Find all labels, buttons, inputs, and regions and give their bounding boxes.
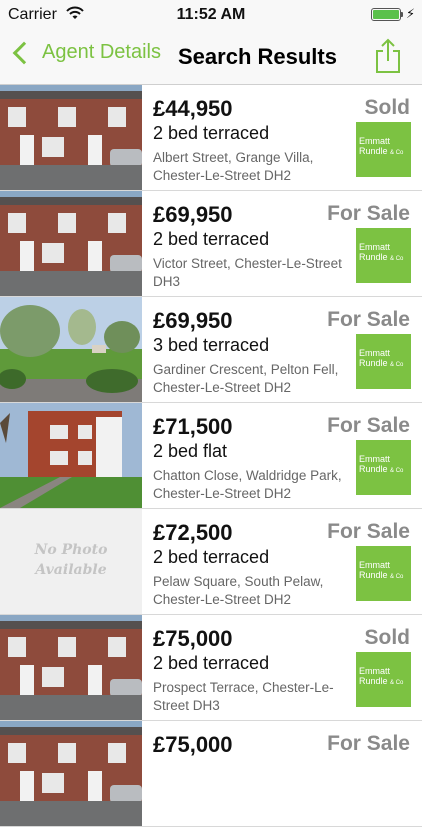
listing-address: Chatton Close, Waldridge Park, Chester-L… (153, 468, 342, 501)
agent-logo-suffix: & Co (390, 362, 404, 368)
status-bar: Carrier 11:52 AM ⚡ (0, 0, 422, 30)
listing-address: Pelaw Square, South Pelaw, Chester-Le-St… (153, 574, 324, 607)
listing-price: £44,950 (153, 96, 233, 121)
agent-logo-suffix: & Co (390, 680, 404, 686)
page-title: Search Results (178, 44, 337, 69)
back-button-label: Agent Details (42, 41, 161, 63)
terraced-house-photo (0, 191, 142, 296)
listing-photo (0, 85, 142, 190)
listing-status: For Sale (327, 308, 410, 331)
chevron-left-icon (12, 41, 36, 64)
listing-price: £69,950 (153, 308, 233, 333)
agent-logo: Emmatt Rundle & Co (356, 546, 411, 601)
listing-address: Prospect Terrace, Chester-Le-Street DH3 (153, 680, 334, 713)
listing-status: For Sale (327, 732, 410, 755)
clock: 11:52 AM (176, 6, 246, 23)
agent-logo: Emmatt Rundle & Co (356, 122, 411, 177)
battery-cap (401, 12, 403, 17)
listing-beds: 2 bed flat (153, 441, 228, 461)
agent-logo-text: Rundle (359, 146, 388, 156)
listing-status: For Sale (327, 202, 410, 225)
listing-row[interactable]: £69,950 3 bed terraced Gardiner Crescent, … (0, 297, 422, 403)
brick-flats-photo (0, 403, 142, 508)
listing-row[interactable]: £69,950 2 bed terraced Victor Street, Ches… (0, 191, 422, 297)
listing-beds: 3 bed terraced (153, 335, 270, 355)
listing-row[interactable]: £44,950 2 bed terraced Albert Street, Gran… (0, 85, 422, 191)
agent-logo-text: Emmatt (359, 454, 391, 464)
trees-lawn-photo (0, 297, 142, 402)
listing-status: For Sale (327, 414, 410, 437)
listing-photo (0, 403, 142, 508)
listing-photo (0, 191, 142, 296)
agent-logo-text: Emmatt (359, 136, 391, 146)
agent-logo-text: Emmatt (359, 560, 391, 570)
listing-beds: 2 bed terraced (153, 547, 270, 567)
search-results-list: £44,950 2 bed terraced Albert Street, Gran… (0, 85, 422, 827)
back-button[interactable]: Agent Details (10, 41, 161, 64)
no-photo-text: No Photo (34, 542, 108, 558)
listing-row[interactable]: £71,500 2 bed flat Chatton Close, Waldridg… (0, 403, 422, 509)
terraced-house-photo (0, 85, 142, 190)
agent-logo-text: Rundle (359, 358, 388, 368)
listing-row[interactable]: £75,000 For Sale (0, 721, 422, 827)
listing-price: £72,500 (153, 520, 233, 545)
listing-address: Albert Street, Grange Villa, Chester-Le-… (153, 150, 314, 183)
terraced-house-photo (0, 721, 142, 826)
agent-logo: Emmatt Rundle & Co (356, 334, 411, 389)
navigation-bar: Agent Details Search Results (0, 30, 422, 85)
listing-status: Sold (364, 626, 411, 649)
listing-photo (0, 615, 142, 720)
agent-logo-suffix: & Co (390, 256, 404, 262)
agent-logo: Emmatt Rundle & Co (356, 228, 411, 283)
agent-logo-text: Rundle (359, 570, 388, 580)
agent-logo: Emmatt Rundle & Co (356, 652, 411, 707)
listing-beds: 2 bed terraced (153, 229, 270, 249)
agent-logo-suffix: & Co (390, 574, 404, 580)
agent-logo-text: Rundle (359, 676, 388, 686)
battery-icon (371, 8, 401, 21)
listing-price: £69,950 (153, 202, 233, 227)
agent-logo-text: Emmatt (359, 666, 391, 676)
agent-logo-text: Rundle (359, 464, 388, 474)
terraced-house-photo (0, 615, 142, 720)
listing-row[interactable]: No Photo Available £72,500 2 bed terraced Pe… (0, 509, 422, 615)
listing-address: Gardiner Crescent, Pelton Fell, Chester-… (153, 362, 339, 395)
agent-logo-text: Emmatt (359, 348, 391, 358)
listing-address: Victor Street, Chester-Le-Street DH3 (153, 256, 342, 289)
agent-logo-suffix: & Co (390, 468, 404, 474)
charging-icon: ⚡ (406, 6, 416, 21)
listing-photo (0, 297, 142, 402)
listing-photo (0, 721, 142, 826)
listing-price: £75,000 (153, 626, 233, 651)
listing-beds: 2 bed terraced (153, 653, 270, 673)
share-icon[interactable] (374, 38, 402, 74)
listing-status: Sold (364, 96, 411, 119)
listing-row[interactable]: £75,000 2 bed terraced Prospect Terrace, C… (0, 615, 422, 721)
no-photo-placeholder: No Photo Available (0, 509, 142, 614)
agent-logo-text: Emmatt (359, 242, 391, 252)
listing-beds: 2 bed terraced (153, 123, 270, 143)
agent-logo: Emmatt Rundle & Co (356, 440, 411, 495)
agent-logo-text: Rundle (359, 252, 388, 262)
listing-price: £75,000 (153, 732, 233, 757)
no-photo-text: Available (35, 562, 107, 578)
agent-logo-suffix: & Co (390, 150, 404, 156)
listing-price: £71,500 (153, 414, 233, 439)
listing-status: For Sale (327, 520, 410, 543)
